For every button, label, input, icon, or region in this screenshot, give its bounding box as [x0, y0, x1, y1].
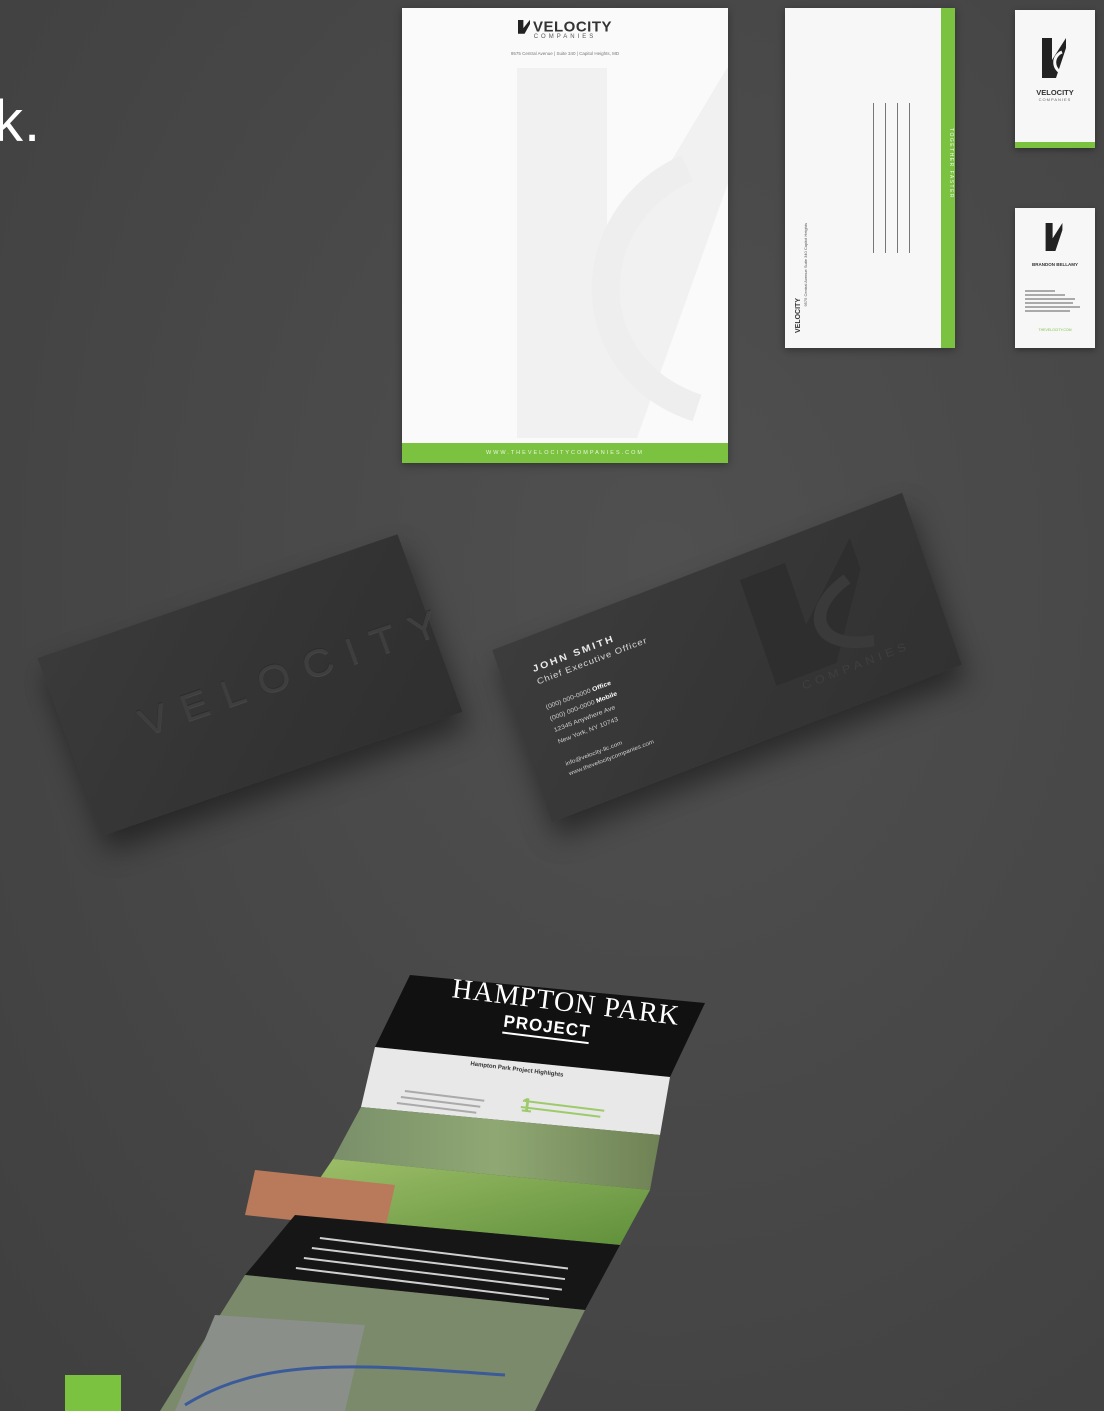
velocity-logo-icon — [1045, 223, 1063, 251]
stationery-card-logo: VELOCITY COMPANIES — [1015, 10, 1095, 148]
card-contact-web: THEVELOCITY.COM — [1038, 328, 1072, 332]
envelope-return-address: 9575 Central Avenue Suite 340 Capitol He… — [803, 223, 808, 307]
card-contact-name: BRANDON BELLAMY — [1032, 262, 1078, 267]
card-logo-sub: COMPANIES — [1038, 97, 1072, 102]
letterhead-footer-url: WWW.THEVELOCITYCOMPANIES.COM — [402, 443, 728, 463]
letterhead-logo: VELOCITY COMPANIES — [402, 18, 728, 40]
letterhead-address: 9575 Central Avenue | Suite 340 | Capito… — [510, 51, 620, 56]
letterhead-sheet: VELOCITY COMPANIES 9575 Central Avenue |… — [402, 8, 728, 463]
card-logo-word: VELOCITY — [1036, 88, 1074, 97]
velocity-logo-icon — [1042, 38, 1066, 78]
brochure-green-brandbar — [65, 1375, 121, 1411]
envelope-tagline: TOGETHER FASTER — [948, 128, 954, 200]
card-green-bar — [1015, 142, 1095, 148]
letterhead-logo-sub: COMPANIES — [533, 34, 597, 40]
stationery-card-contact: BRANDON BELLAMY THEVELOCITY.COM — [1015, 208, 1095, 348]
envelope: TOGETHER FASTER 9575 Central Avenue Suit… — [785, 8, 955, 348]
cropped-heading-fragment: k. — [0, 89, 42, 154]
business-card-text: JOHN SMITH Chief Executive Officer (000)… — [531, 623, 681, 780]
letterhead-logo-word: VELOCITY — [532, 18, 612, 36]
card-contact-details — [1025, 288, 1080, 314]
envelope-logo: VELOCITY — [795, 298, 802, 334]
business-card-front: COMPANIES JOHN SMITH Chief Executive Off… — [492, 492, 962, 823]
logo-watermark — [517, 68, 728, 438]
business-card-emboss-word: VELOCITY — [133, 598, 458, 745]
fold-out-brochure: HAMPTON PARK PROJECT Hampton Park Projec… — [65, 975, 705, 1411]
business-card-back: VELOCITY — [37, 534, 463, 836]
velocity-logo-icon — [517, 19, 530, 34]
mockup-scene: k. VELOCITY COMPANIES 9575 Central Avenu… — [0, 0, 1104, 1411]
envelope-address-lines — [873, 103, 910, 253]
